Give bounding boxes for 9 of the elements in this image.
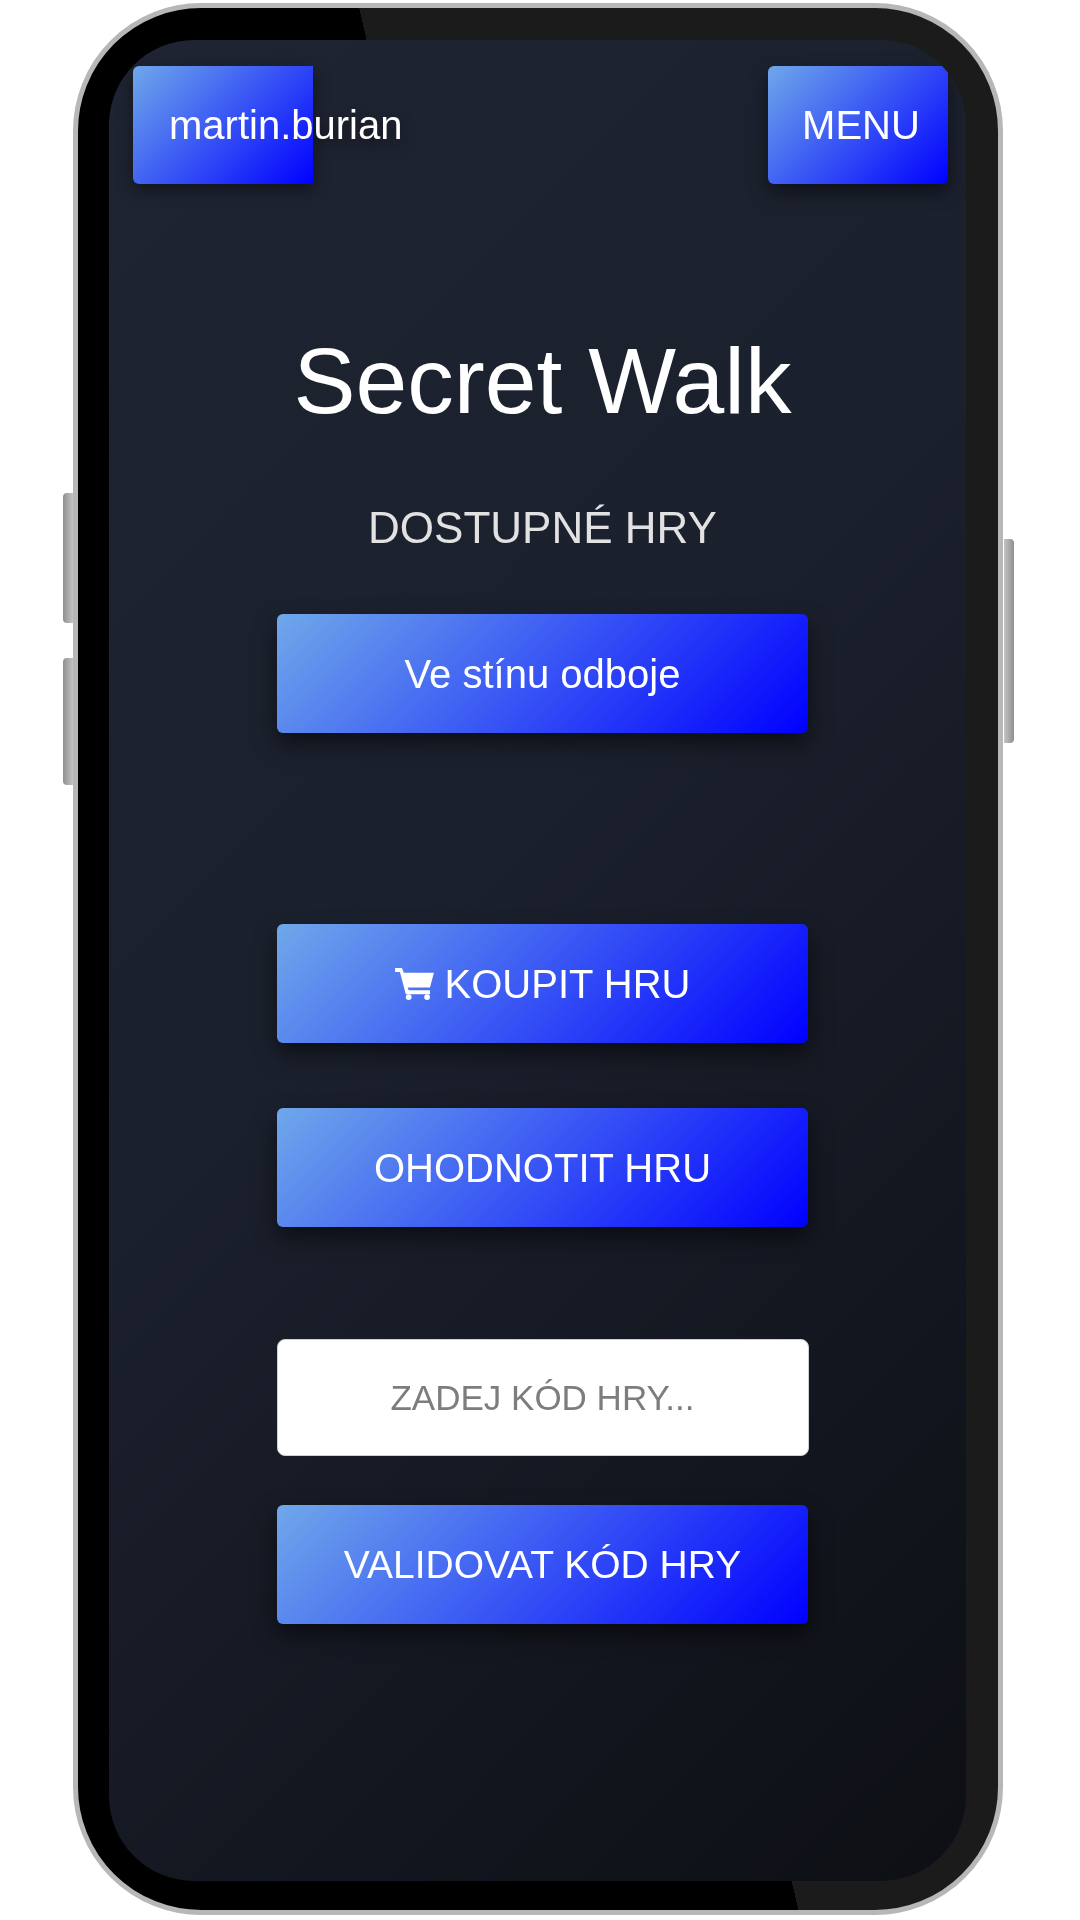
rate-button[interactable]: OHODNOTIT HRU [277,1108,808,1227]
section-heading: DOSTUPNÉ HRY [368,506,717,550]
cart-icon [394,967,434,1000]
app-title: Secret Walk [293,335,792,428]
code-input-field[interactable]: ZADEJ KÓD HRY... [276,1339,809,1456]
menu-button[interactable]: MENU [768,66,948,184]
buy-button[interactable]: KOUPIT HRU [277,924,808,1043]
validate-button[interactable]: VALIDOVAT KÓD HRY [277,1505,808,1624]
game-button[interactable]: Ve stínu odboje [277,614,808,733]
